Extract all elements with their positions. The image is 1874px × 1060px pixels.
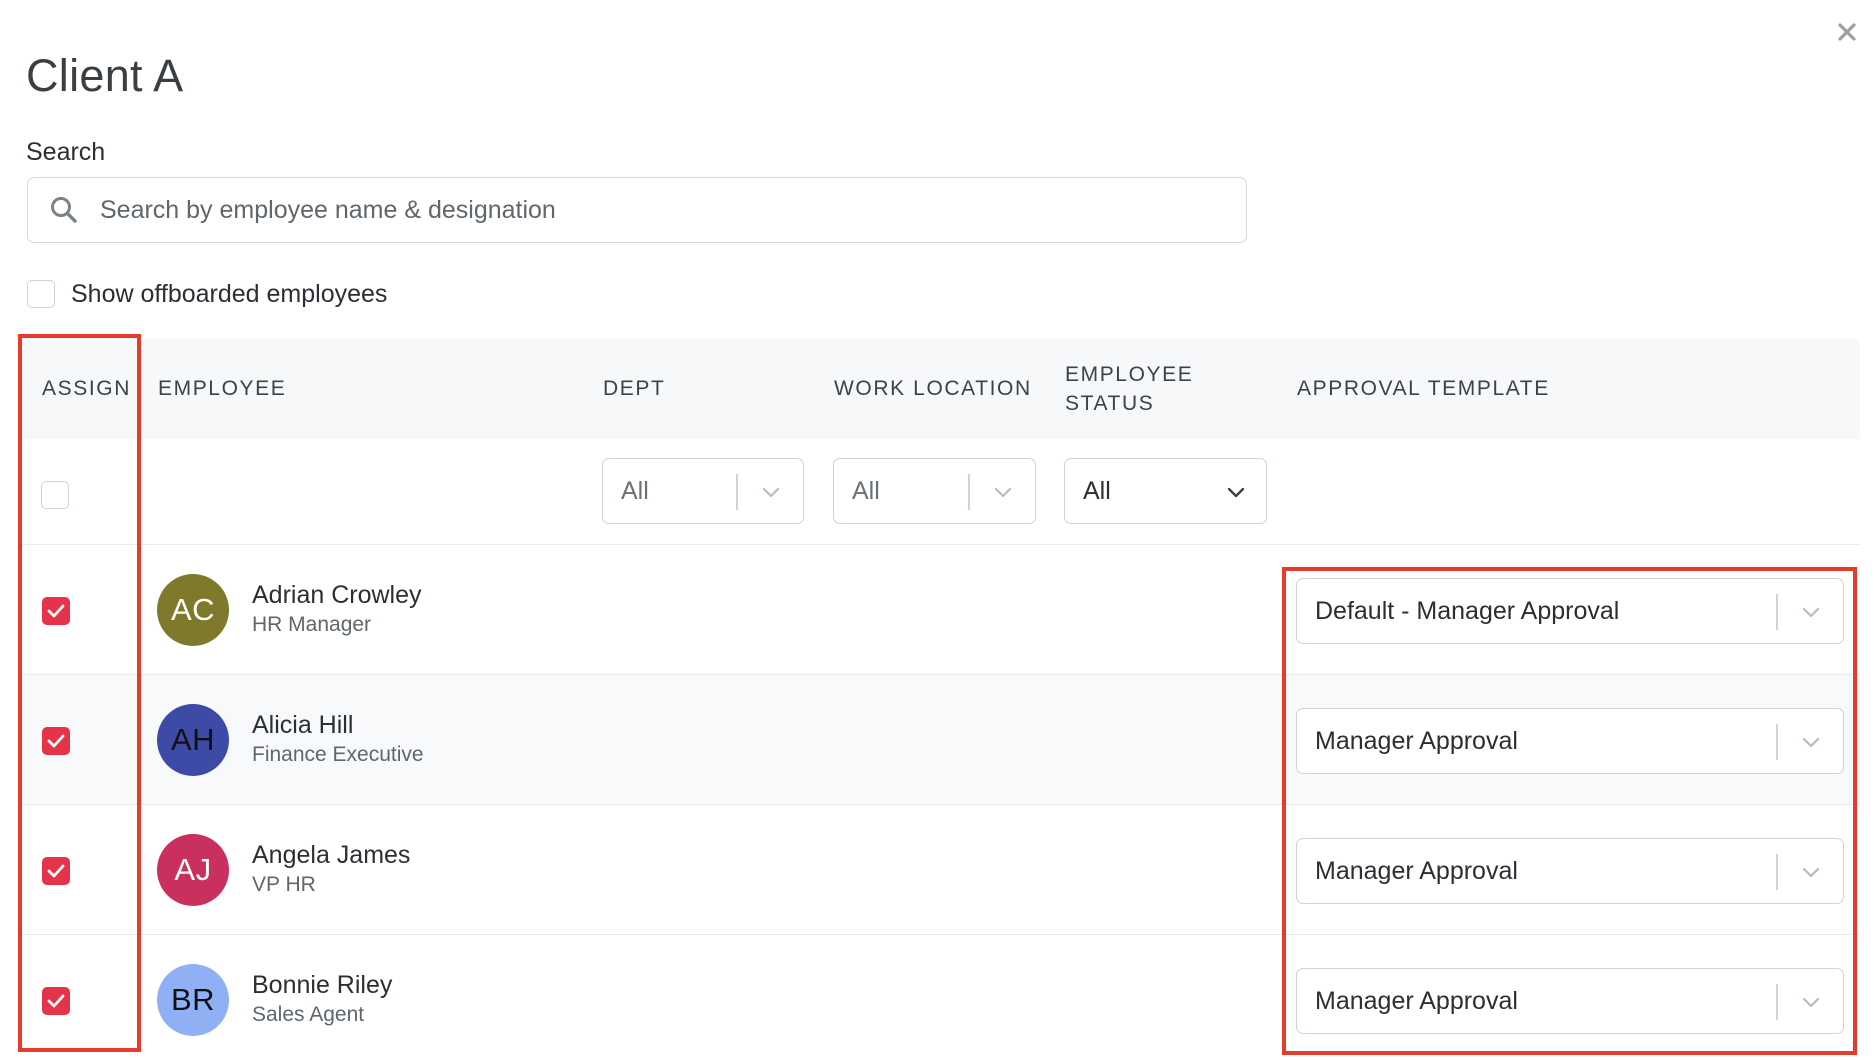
avatar: BR [157,964,229,1036]
table-header: ASSIGN EMPLOYEE DEPT WORK LOCATION EMPLO… [20,338,1860,440]
employee-name: Adrian Crowley [252,581,422,609]
approval-template-value: Manager Approval [1315,857,1518,885]
work-location-filter-value: All [852,477,880,505]
employee-status-filter-select[interactable]: All [1064,458,1267,524]
check-icon [47,604,65,618]
chevron-down-icon [1802,607,1820,618]
select-separator [736,474,738,510]
header-assign: ASSIGN [42,377,131,400]
employee-designation: Sales Agent [252,1003,365,1026]
employee-name: Angela James [252,841,411,869]
assign-checkbox[interactable] [42,597,70,625]
approval-template-select[interactable]: Manager Approval [1296,838,1844,904]
show-offboarded-label: Show offboarded employees [71,279,388,308]
employee-designation: HR Manager [252,613,372,636]
employee-table: ASSIGN EMPLOYEE DEPT WORK LOCATION EMPLO… [20,338,1860,1060]
close-icon[interactable] [1829,14,1865,50]
avatar: AJ [157,834,229,906]
header-approval-template: APPROVAL TEMPLATE [1297,377,1550,400]
header-dept: DEPT [603,377,666,400]
check-icon [47,864,65,878]
avatar: AC [157,574,229,646]
chevron-down-icon [994,487,1012,498]
search-input[interactable] [100,190,1220,230]
check-icon [47,734,65,748]
search-icon [48,194,80,226]
employee-name: Bonnie Riley [252,971,393,999]
select-separator [1776,594,1778,630]
select-all-checkbox[interactable] [41,481,69,509]
table-row: BR Bonnie Riley Sales Agent Manager Appr… [20,935,1860,1060]
avatar-initials: AH [170,722,216,757]
chevron-down-icon [1802,737,1820,748]
chevron-down-icon [1802,997,1820,1008]
employee-name: Alicia Hill [252,711,354,739]
show-offboarded-toggle[interactable]: Show offboarded employees [27,277,387,311]
work-location-filter-select[interactable]: All [833,458,1036,524]
header-employee-status: EMPLOYEE STATUS [1065,360,1193,418]
chevron-down-icon [762,487,780,498]
avatar-initials: BR [170,982,216,1017]
select-separator [1776,984,1778,1020]
header-employee-status-line1: EMPLOYEE [1065,363,1194,386]
page-title: Client A [26,50,184,101]
filter-row: All All All [20,439,1860,545]
table-row: AJ Angela James VP HR Manager Approval [20,805,1860,935]
approval-template-value: Manager Approval [1315,987,1518,1015]
header-employee-status-line2: STATUS [1065,392,1155,415]
select-separator [968,474,970,510]
select-separator [1776,724,1778,760]
chevron-down-icon [1802,867,1820,878]
dept-filter-select[interactable]: All [602,458,804,524]
approval-template-value: Default - Manager Approval [1315,597,1620,625]
search-box[interactable] [27,177,1247,243]
approval-template-value: Manager Approval [1315,727,1518,755]
table-row: AC Adrian Crowley HR Manager Default - M… [20,545,1860,675]
show-offboarded-checkbox[interactable] [27,280,55,308]
approval-template-select[interactable]: Manager Approval [1296,708,1844,774]
select-separator [1776,854,1778,890]
header-work-location: WORK LOCATION [834,377,1032,400]
employee-designation: VP HR [252,873,316,896]
dept-filter-value: All [621,477,649,505]
assign-checkbox[interactable] [42,857,70,885]
avatar: AH [157,704,229,776]
assign-checkbox[interactable] [42,987,70,1015]
search-label: Search [26,138,106,166]
header-employee: EMPLOYEE [158,377,287,400]
assign-approval-dialog: Client A Search Show offboarded employee… [0,0,1874,1060]
avatar-initials: AJ [174,852,212,887]
employee-status-filter-value: All [1083,477,1111,505]
chevron-down-icon [1227,487,1245,498]
employee-designation: Finance Executive [252,743,424,766]
assign-checkbox[interactable] [42,727,70,755]
approval-template-select[interactable]: Manager Approval [1296,968,1844,1034]
approval-template-select[interactable]: Default - Manager Approval [1296,578,1844,644]
table-row: AH Alicia Hill Finance Executive Manager… [20,675,1860,805]
avatar-initials: AC [170,592,216,627]
check-icon [47,994,65,1008]
